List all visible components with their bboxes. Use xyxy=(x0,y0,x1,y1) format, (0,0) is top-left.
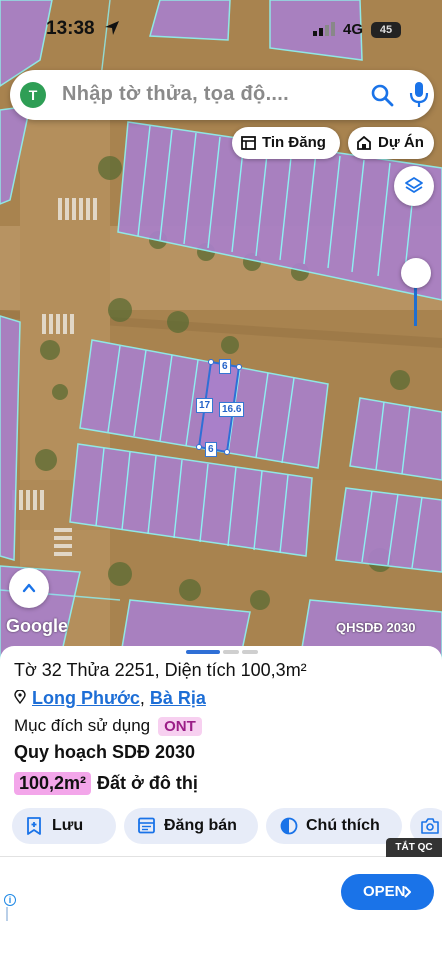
chevron-right-icon xyxy=(404,886,411,898)
expand-up-button[interactable] xyxy=(9,568,49,608)
ad-open-label: OPEN xyxy=(363,883,406,900)
opacity-slider-handle[interactable] xyxy=(401,258,431,288)
close-ad-button[interactable]: TẮT QC xyxy=(386,838,442,857)
plan-area-badge: 100,2m² xyxy=(14,772,92,795)
post-sale-button-label: Đăng bán xyxy=(164,817,237,834)
google-attribution: Google xyxy=(6,616,68,636)
parcel-info-sheet[interactable]: Tờ 32 Thửa 2251, Diện tích 100,3m² Long … xyxy=(0,646,442,856)
newspaper-icon xyxy=(241,136,256,150)
location-separator: , xyxy=(139,688,150,708)
ward-link[interactable]: Long Phước xyxy=(32,688,140,708)
network-type: 4G xyxy=(343,21,364,38)
layers-button[interactable] xyxy=(394,166,434,206)
plan-heading: Quy hoạch SDĐ 2030 xyxy=(14,742,196,762)
newspaper-icon xyxy=(138,817,155,834)
parcel-dimension-left: 17 xyxy=(196,398,214,413)
legend-button[interactable]: Chú thích xyxy=(266,808,402,844)
map-view[interactable]: 6 17 16.6 6 13:38 4G 45 T Nhập tờ thửa, … xyxy=(0,0,442,660)
status-bar: 13:38 4G 45 xyxy=(0,0,442,62)
legend-button-label: Chú thích xyxy=(306,817,380,834)
page-dot-active xyxy=(186,650,220,654)
land-use-purpose: Mục đích sử dụng ONT xyxy=(14,716,202,736)
page-dot xyxy=(223,650,239,654)
save-button[interactable]: Lưu xyxy=(12,808,116,844)
status-time: 13:38 xyxy=(46,18,95,39)
plan-area-row: 100,2m² Đất ở đô thị xyxy=(14,772,198,795)
battery-icon: 45 xyxy=(371,22,401,38)
ad-info-icon[interactable]: i xyxy=(4,894,16,906)
parcel-dimension-right: 16.6 xyxy=(219,402,245,417)
projects-chip-label: Dự Án xyxy=(378,134,424,151)
plan-use-label: Đất ở đô thị xyxy=(97,773,198,793)
contrast-icon xyxy=(280,817,298,835)
location-arrow-icon xyxy=(105,21,119,35)
save-button-label: Lưu xyxy=(52,817,84,834)
ad-banner[interactable]: TẮT QC i OPEN xyxy=(0,838,442,960)
camera-add-icon xyxy=(421,818,439,834)
search-icon[interactable] xyxy=(370,83,394,107)
purpose-label: Mục đích sử dụng xyxy=(14,716,151,735)
purpose-code-badge: ONT xyxy=(158,717,202,736)
building-icon xyxy=(357,136,371,150)
projects-chip[interactable]: Dự Án xyxy=(348,127,434,159)
post-sale-button[interactable]: Đăng bán xyxy=(124,808,258,844)
ad-open-button[interactable]: OPEN xyxy=(341,874,434,910)
listings-chip-label: Tin Đăng xyxy=(262,134,326,151)
parcel-dimension-bottom: 6 xyxy=(205,442,217,457)
search-bar[interactable]: T Nhập tờ thửa, tọa độ.... xyxy=(10,70,434,120)
parcel-title: Tờ 32 Thửa 2251, Diện tích 100,3m² xyxy=(14,660,307,680)
location-pin-icon xyxy=(14,690,26,704)
parcel-location: Long Phước, Bà Rịa xyxy=(14,688,206,709)
chevron-up-icon xyxy=(22,583,36,593)
city-link[interactable]: Bà Rịa xyxy=(150,688,206,708)
layers-icon xyxy=(405,177,423,193)
ad-choices-bar xyxy=(6,907,8,921)
page-dot xyxy=(242,650,258,654)
parcel-dimension-top: 6 xyxy=(219,359,231,374)
plan-layer-label: QHSDĐ 2030 xyxy=(336,620,416,635)
avatar[interactable]: T xyxy=(20,82,46,108)
microphone-icon[interactable] xyxy=(409,81,429,109)
search-input[interactable]: Nhập tờ thửa, tọa độ.... xyxy=(62,83,289,106)
signal-bars-icon xyxy=(313,22,335,36)
bookmark-add-icon xyxy=(27,817,41,835)
listings-chip[interactable]: Tin Đăng xyxy=(232,127,340,159)
